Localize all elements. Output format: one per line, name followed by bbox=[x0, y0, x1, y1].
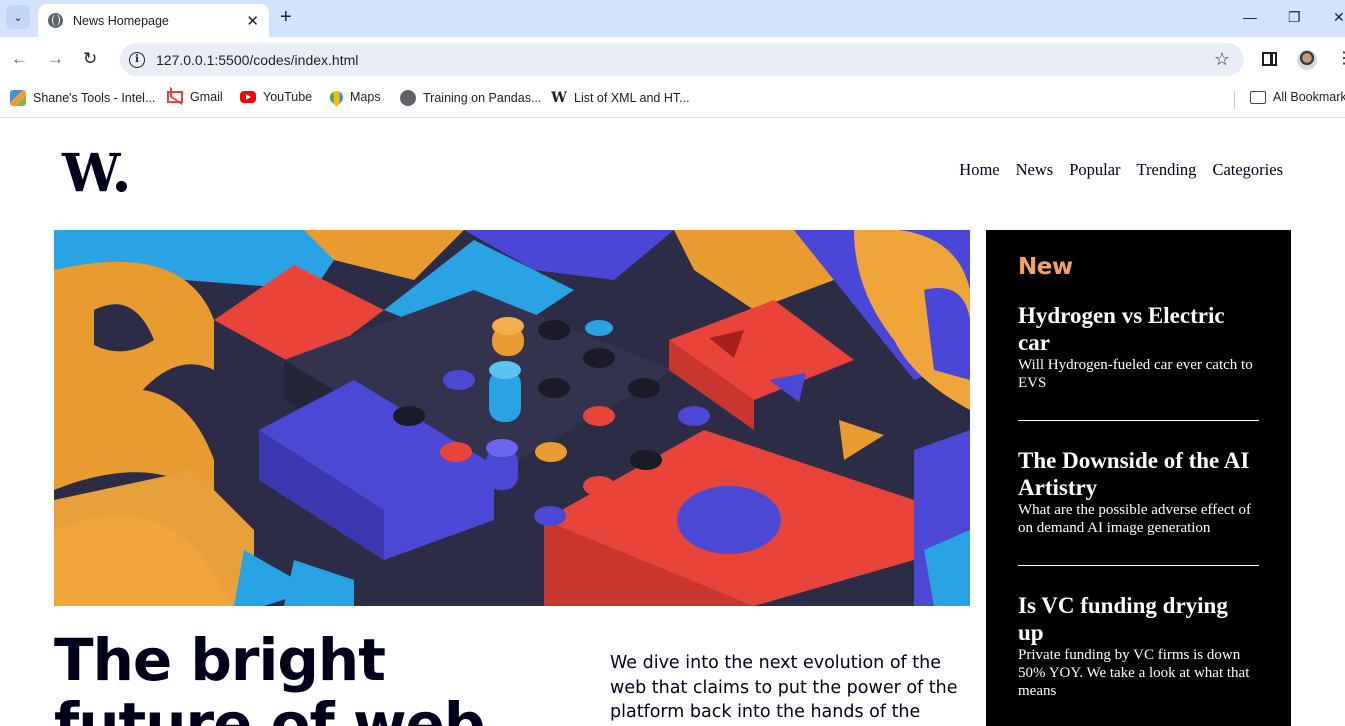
nav-home[interactable]: Home bbox=[959, 160, 999, 180]
news-item-heading[interactable]: Is VC funding drying up bbox=[1018, 592, 1259, 646]
reload-icon[interactable]: ↻ bbox=[83, 48, 97, 70]
globe-icon bbox=[400, 90, 416, 106]
close-icon[interactable]: ✕ bbox=[246, 12, 259, 30]
menu-kebab-icon[interactable]: ⋮ bbox=[1336, 47, 1345, 71]
new-articles-sidebar: New Hydrogen vs Electric car Will Hydrog… bbox=[986, 230, 1291, 726]
news-page: W Home News Popular Trending Categories bbox=[0, 118, 1345, 726]
window-close-icon[interactable]: ✕ bbox=[1333, 6, 1345, 28]
bookmark-shanes-tools[interactable]: Shane's Tools - Intel... bbox=[10, 90, 155, 106]
bookmark-gmail[interactable]: Gmail bbox=[167, 90, 223, 104]
headline-line-2: future of web bbox=[54, 690, 485, 726]
site-info-icon[interactable]: i bbox=[129, 51, 145, 68]
news-item[interactable]: Is VC funding drying up Private funding … bbox=[1018, 592, 1259, 726]
wikipedia-icon: W bbox=[551, 90, 567, 106]
sidebar-title: New bbox=[1018, 254, 1073, 280]
youtube-icon bbox=[240, 91, 256, 103]
tab-title: News Homepage bbox=[73, 13, 169, 28]
bookmark-label: Maps bbox=[350, 90, 381, 104]
bookmark-training-pandas[interactable]: Training on Pandas... bbox=[400, 90, 541, 106]
bookmark-label: Shane's Tools - Intel... bbox=[33, 91, 156, 105]
address-bar[interactable]: i 127.0.0.1:5500/codes/index.html ☆ bbox=[120, 43, 1244, 76]
url-text[interactable]: 127.0.0.1:5500/codes/index.html bbox=[156, 52, 1214, 68]
bookmark-youtube[interactable]: YouTube bbox=[240, 90, 312, 104]
folder-icon bbox=[1250, 90, 1266, 104]
news-item[interactable]: The Downside of the AI Artistry What are… bbox=[1018, 447, 1259, 566]
maps-icon bbox=[327, 87, 346, 107]
bookmark-label: List of XML and HT... bbox=[574, 91, 690, 105]
bookmark-xml-list[interactable]: W List of XML and HT... bbox=[551, 90, 690, 106]
tab-strip: ⌄ News Homepage ✕ + — ❐ ✕ bbox=[0, 0, 1345, 37]
main-headline: The bright future of web bbox=[54, 626, 485, 726]
bookmarks-bar: Shane's Tools - Intel... Gmail YouTube M… bbox=[0, 82, 1345, 118]
nav-categories[interactable]: Categories bbox=[1212, 160, 1283, 180]
bookmark-label: YouTube bbox=[263, 90, 313, 104]
bookmark-maps[interactable]: Maps bbox=[327, 87, 381, 107]
tab-search-icon[interactable]: ⌄ bbox=[6, 5, 30, 29]
site-logo[interactable]: W bbox=[62, 144, 120, 204]
all-bookmarks-label: All Bookmarks bbox=[1273, 90, 1345, 104]
all-bookmarks[interactable]: All Bookmarks bbox=[1250, 90, 1345, 104]
nav-trending[interactable]: Trending bbox=[1137, 160, 1197, 180]
bookmark-separator bbox=[1234, 91, 1235, 109]
side-panel-icon[interactable] bbox=[1262, 52, 1277, 66]
forward-arrow-icon[interactable]: → bbox=[47, 48, 64, 70]
news-item-heading[interactable]: Hydrogen vs Electric car bbox=[1018, 302, 1259, 356]
restore-icon[interactable]: ❐ bbox=[1288, 6, 1301, 28]
gmail-icon bbox=[167, 91, 183, 103]
profile-avatar[interactable] bbox=[1297, 50, 1317, 70]
main-nav: Home News Popular Trending Categories bbox=[959, 160, 1283, 180]
back-arrow-icon[interactable]: ← bbox=[11, 48, 28, 70]
logo-dot bbox=[116, 181, 127, 192]
hero-artwork bbox=[54, 230, 970, 606]
bookmark-label: Gmail bbox=[190, 90, 223, 104]
news-item-heading[interactable]: The Downside of the AI Artistry bbox=[1018, 447, 1259, 501]
browser-toolbar: ← → ↻ i 127.0.0.1:5500/codes/index.html … bbox=[0, 37, 1345, 82]
intro-paragraph: We dive into the next evolution of the w… bbox=[610, 653, 958, 722]
news-item[interactable]: Hydrogen vs Electric car Will Hydrogen-f… bbox=[1018, 302, 1259, 421]
hero-image bbox=[54, 230, 970, 606]
minimize-icon[interactable]: — bbox=[1243, 6, 1257, 28]
tools-icon bbox=[10, 90, 26, 106]
nav-news[interactable]: News bbox=[1016, 160, 1054, 180]
bookmark-label: Training on Pandas... bbox=[423, 91, 542, 105]
bookmark-star-icon[interactable]: ☆ bbox=[1214, 49, 1230, 70]
nav-popular[interactable]: Popular bbox=[1069, 160, 1120, 180]
new-tab-plus-icon[interactable]: + bbox=[280, 6, 292, 28]
news-item-text: Will Hydrogen-fueled car ever catch to E… bbox=[1018, 357, 1253, 391]
tab-news-homepage[interactable]: News Homepage ✕ bbox=[38, 4, 269, 37]
news-item-text: What are the possible adverse effect of … bbox=[1018, 502, 1251, 536]
globe-icon bbox=[48, 13, 63, 28]
news-item-text: Private funding by VC firms is down 50% … bbox=[1018, 647, 1250, 699]
headline-line-1: The bright bbox=[54, 626, 386, 694]
